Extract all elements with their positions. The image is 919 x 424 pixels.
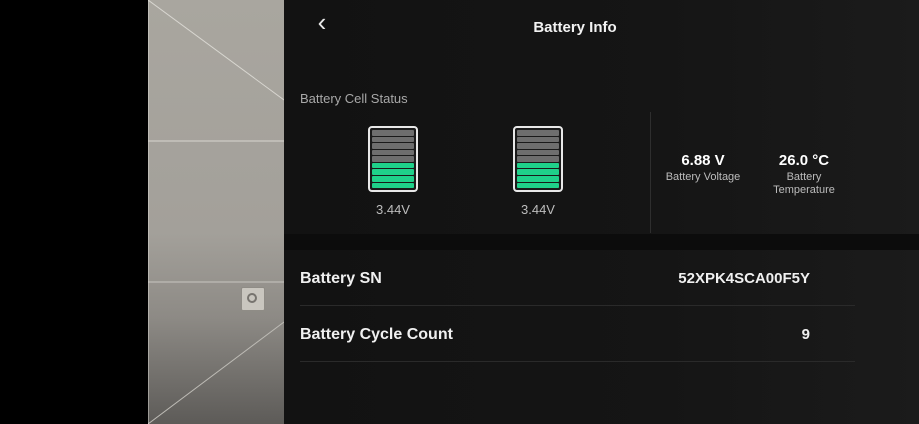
battery-voltage-label: Battery Voltage xyxy=(665,171,741,183)
cell-segment-empty xyxy=(517,149,559,156)
cell-segment-filled xyxy=(517,162,559,169)
battery-temperature-label-line1: Battery xyxy=(786,171,822,183)
cell-voltage: 3.44V xyxy=(521,202,555,217)
battery-temperature-label-line2: Temperature xyxy=(773,184,835,196)
row-divider xyxy=(300,305,855,306)
divider xyxy=(650,112,651,233)
cell-status-section: 3.44V 3.44V xyxy=(284,112,651,234)
battery-temperature-label: Battery Temperature xyxy=(756,171,852,197)
cell-segment-filled xyxy=(517,169,559,175)
battery-sn-label: Battery SN xyxy=(300,270,382,287)
cell-segment-filled xyxy=(517,175,559,182)
cell-status-label: Battery Cell Status xyxy=(300,91,408,106)
wall-outlet xyxy=(241,287,265,311)
camera-preview xyxy=(148,0,284,424)
cell-segment-empty xyxy=(517,136,559,143)
cell-segment-empty xyxy=(517,156,559,162)
cell-segment-empty xyxy=(372,136,414,143)
cell-segment-filled xyxy=(372,162,414,169)
cell-segment-empty xyxy=(372,130,414,136)
battery-cell-icon xyxy=(513,126,563,192)
cell-segment-filled xyxy=(372,169,414,175)
battery-info-panel: ‹ Battery Info Battery Cell Status 3.44V… xyxy=(284,0,919,424)
battery-cycle-count-label: Battery Cycle Count xyxy=(300,326,453,343)
cell-segment-empty xyxy=(517,130,559,136)
battery-voltage-stat: 6.88 V Battery Voltage xyxy=(656,152,750,184)
battery-temperature-stat: 26.0 °C Battery Temperature xyxy=(756,152,852,197)
cell-segment-empty xyxy=(372,149,414,156)
cell-segment-empty xyxy=(517,143,559,149)
back-button[interactable]: ‹ xyxy=(310,8,334,38)
cell-segment-filled xyxy=(517,182,559,189)
cell-segment-filled xyxy=(372,175,414,182)
cell-voltage: 3.44V xyxy=(376,202,410,217)
battery-sn-value: 52XPK4SCA00F5Y xyxy=(678,270,810,287)
chevron-left-icon: ‹ xyxy=(317,7,327,37)
camera-preview-lines xyxy=(148,0,284,424)
cell-segment-empty xyxy=(372,156,414,162)
row-divider xyxy=(300,361,855,362)
battery-cycle-count-value: 9 xyxy=(801,326,810,343)
cell-segment-empty xyxy=(372,143,414,149)
section-separator xyxy=(284,234,919,250)
page-title: Battery Info xyxy=(533,19,617,36)
battery-cell-icon xyxy=(368,126,418,192)
battery-voltage-value: 6.88 V xyxy=(681,152,725,169)
battery-sn-row: Battery SN 52XPK4SCA00F5Y xyxy=(284,251,855,306)
battery-temperature-value: 26.0 °C xyxy=(778,152,830,169)
cell-segment-filled xyxy=(372,182,414,189)
battery-cycle-count-row: Battery Cycle Count 9 xyxy=(284,307,855,362)
